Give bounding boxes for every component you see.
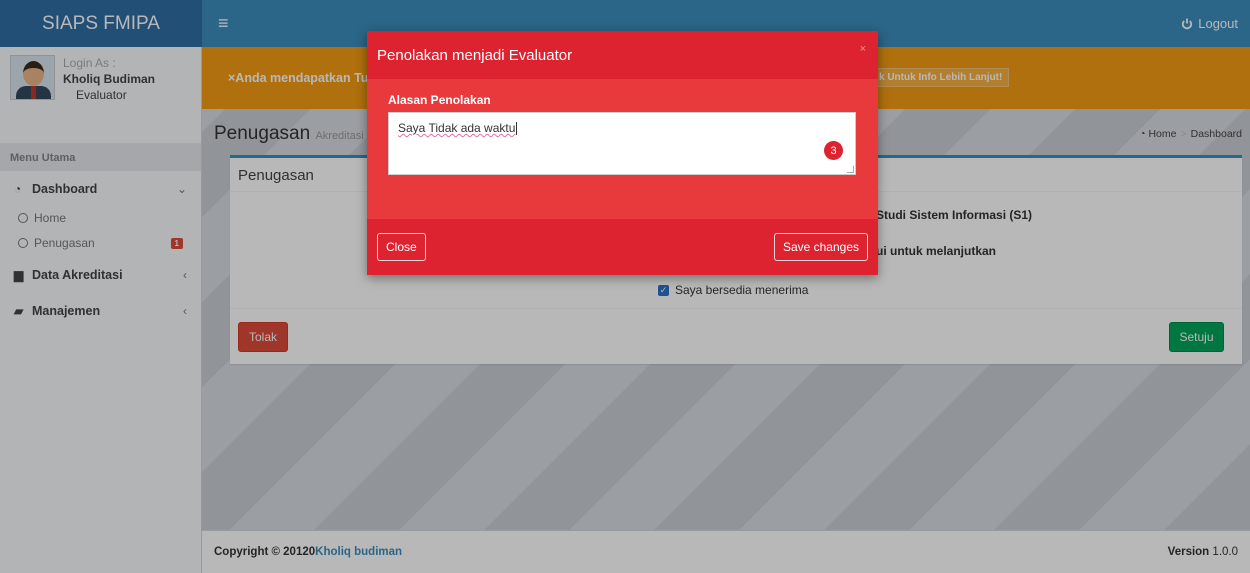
modal-footer: Close Save changes	[367, 219, 878, 275]
close-button[interactable]: Close	[377, 233, 426, 261]
reason-text: Saya Tidak ada waktu	[398, 121, 516, 135]
reason-label: Alasan Penolakan	[388, 93, 491, 107]
modal-title: Penolakan menjadi Evaluator	[377, 46, 573, 64]
close-icon[interactable]: ×	[860, 43, 866, 55]
modal-body: Alasan Penolakan Saya Tidak ada waktu 3	[367, 79, 878, 219]
resize-handle[interactable]	[847, 166, 854, 173]
reason-textarea[interactable]: Saya Tidak ada waktu 3	[388, 112, 856, 175]
save-changes-button[interactable]: Save changes	[773, 233, 868, 261]
rejection-modal: Penolakan menjadi Evaluator × Alasan Pen…	[367, 31, 878, 275]
grammar-count-badge[interactable]: 3	[824, 141, 843, 160]
modal-header: Penolakan menjadi Evaluator ×	[367, 31, 878, 79]
